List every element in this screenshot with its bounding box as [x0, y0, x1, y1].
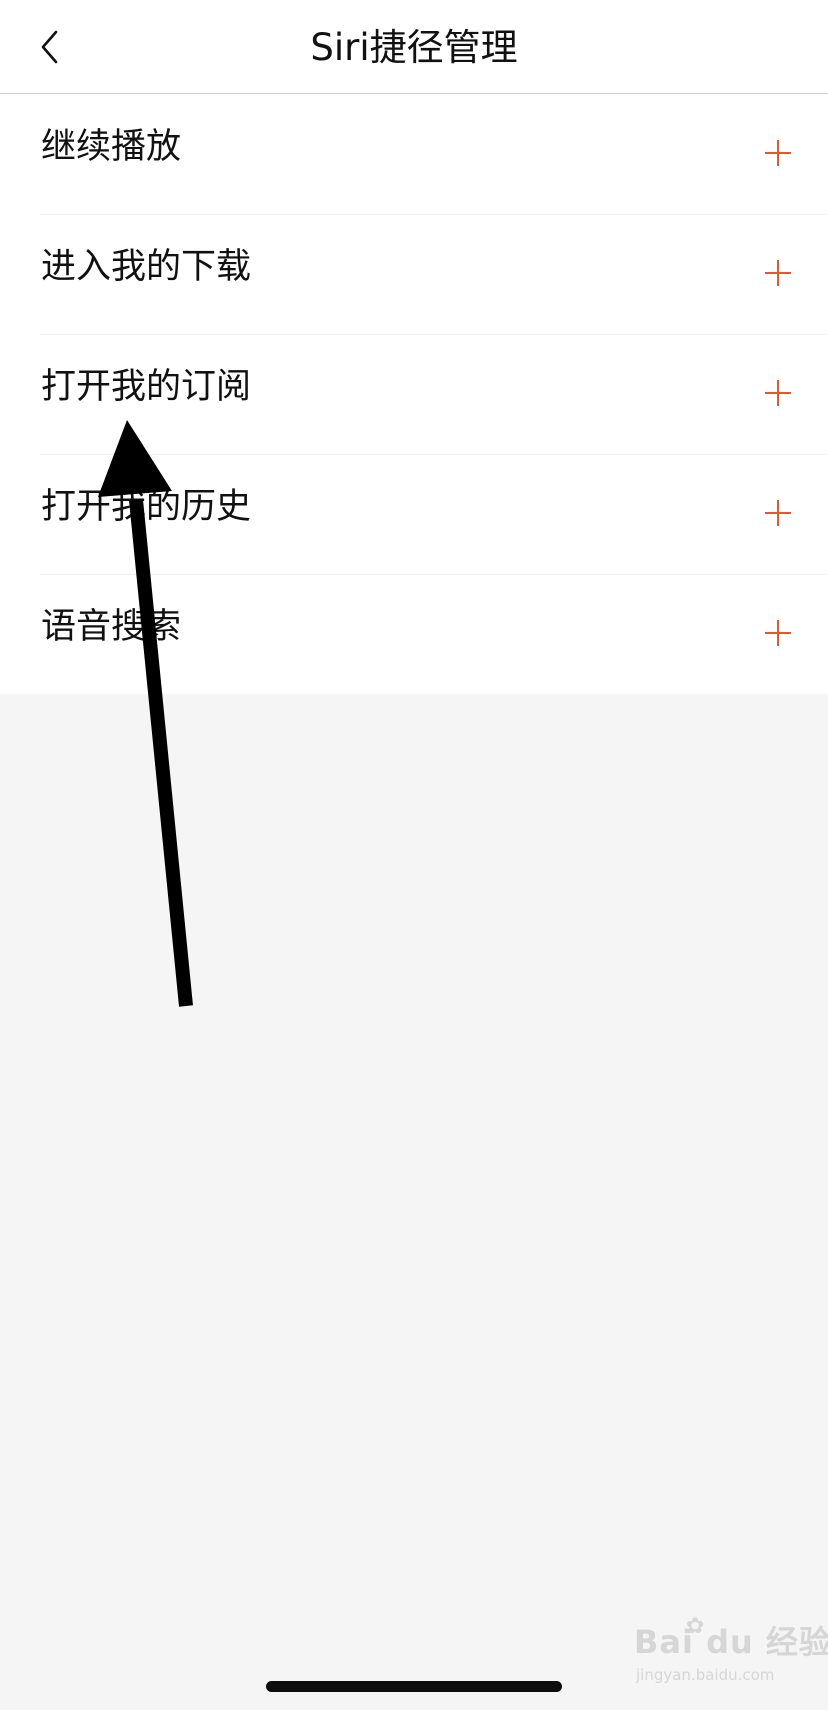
shortcut-item-voice-search[interactable]: 语音搜索	[0, 574, 828, 694]
shortcut-item-my-downloads[interactable]: 进入我的下载	[0, 214, 828, 334]
page-title: Siri捷径管理	[310, 26, 518, 69]
shortcut-item-continue-playback[interactable]: 继续播放	[0, 94, 828, 214]
shortcut-item-my-subscriptions[interactable]: 打开我的订阅	[0, 334, 828, 454]
plus-icon[interactable]	[765, 140, 791, 166]
siri-shortcut-list: 继续播放 进入我的下载 打开我的订阅 打开我的历史 语音搜索	[0, 94, 828, 694]
navigation-bar: Siri捷径管理	[0, 0, 828, 94]
shortcut-label: 继续播放	[41, 127, 182, 167]
baidu-jingyan-watermark: ✿ Bai du 经验 jingyan.baidu.com	[630, 1616, 828, 1692]
plus-icon[interactable]	[765, 500, 791, 526]
watermark-text: Bai du 经验	[634, 1623, 828, 1661]
shortcut-label: 进入我的下载	[41, 247, 252, 287]
plus-icon[interactable]	[765, 260, 791, 286]
home-indicator[interactable]	[266, 1681, 562, 1692]
watermark-subtext: jingyan.baidu.com	[636, 1666, 775, 1684]
shortcut-item-my-history[interactable]: 打开我的历史	[0, 454, 828, 574]
shortcut-label: 打开我的历史	[41, 487, 252, 527]
shortcut-label: 打开我的订阅	[41, 367, 252, 407]
plus-icon[interactable]	[765, 380, 791, 406]
plus-icon[interactable]	[765, 620, 791, 646]
shortcut-label: 语音搜索	[41, 607, 182, 647]
